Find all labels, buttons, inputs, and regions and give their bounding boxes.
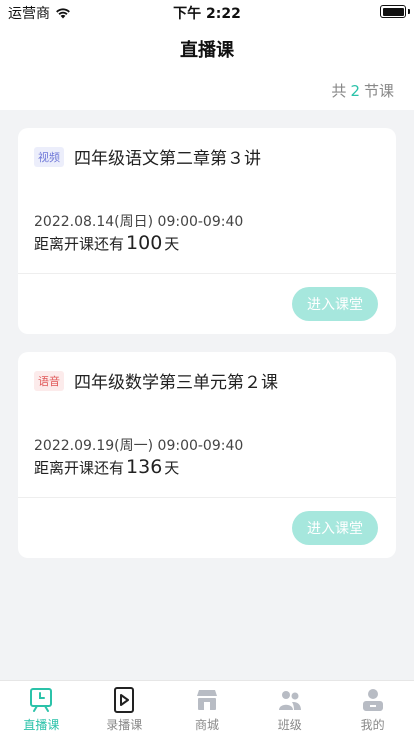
course-card-header: 语音 四年级数学第三单元第２课	[34, 368, 278, 393]
course-countdown: 距离开课还有 136 天	[34, 456, 179, 478]
course-card-header: 视频 四年级语文第二章第３讲	[34, 144, 261, 169]
course-type-tag: 语音	[34, 370, 64, 391]
countdown-prefix: 距离开课还有	[34, 235, 125, 253]
course-type-tag: 视频	[34, 146, 64, 167]
course-list: 视频 四年级语文第二章第３讲 2022.08.14(周日) 09:00-09:4…	[18, 128, 396, 576]
course-countdown: 距离开课还有 100 天	[34, 232, 179, 254]
status-bar: 运营商 下午 2:22	[0, 0, 414, 24]
tab-class-group[interactable]: 班级	[248, 681, 331, 736]
countdown-suffix: 天	[164, 235, 180, 253]
battery-icon	[380, 5, 410, 18]
page-title: 直播课	[180, 40, 234, 61]
course-count: 共 2 节课	[331, 80, 394, 101]
tab-label: 班级	[277, 718, 302, 732]
count-number: 2	[350, 82, 360, 100]
course-title: 四年级语文第二章第３讲	[74, 149, 261, 169]
store-icon	[194, 687, 220, 713]
course-datetime: 2022.08.14(周日) 09:00-09:40	[34, 214, 244, 230]
tab-store[interactable]: 商城	[166, 681, 249, 736]
count-prefix: 共	[331, 82, 347, 100]
enter-classroom-button[interactable]: 进入课堂	[292, 287, 378, 321]
card-divider	[18, 497, 396, 498]
course-card[interactable]: 语音 四年级数学第三单元第２课 2022.09.19(周一) 09:00-09:…	[18, 352, 396, 558]
tab-label: 录播课	[106, 718, 143, 732]
tab-live-class[interactable]: 直播课	[0, 681, 83, 736]
class-group-icon	[277, 687, 303, 713]
course-card[interactable]: 视频 四年级语文第二章第３讲 2022.08.14(周日) 09:00-09:4…	[18, 128, 396, 334]
tab-label: 直播课	[23, 718, 60, 732]
tab-recorded-class[interactable]: 录播课	[83, 681, 166, 736]
enter-classroom-button[interactable]: 进入课堂	[292, 511, 378, 545]
tab-label: 商城	[194, 718, 219, 732]
course-title: 四年级数学第三单元第２课	[74, 373, 278, 393]
recorded-class-icon	[111, 687, 137, 713]
tab-label: 我的	[360, 718, 385, 732]
profile-icon	[360, 687, 386, 713]
course-datetime: 2022.09.19(周一) 09:00-09:40	[34, 438, 244, 454]
count-suffix: 节课	[363, 82, 394, 100]
countdown-days: 136	[126, 456, 163, 478]
countdown-suffix: 天	[164, 459, 180, 477]
tab-profile[interactable]: 我的	[331, 681, 414, 736]
top-area: 运营商 下午 2:22 直播课 共 2 节课	[0, 0, 414, 110]
countdown-days: 100	[126, 232, 163, 254]
countdown-prefix: 距离开课还有	[34, 459, 125, 477]
live-class-icon	[28, 687, 54, 713]
card-divider	[18, 273, 396, 274]
tab-bar: 直播课 录播课 商城 班级 我的	[0, 680, 414, 736]
status-time: 下午 2:22	[173, 6, 241, 22]
